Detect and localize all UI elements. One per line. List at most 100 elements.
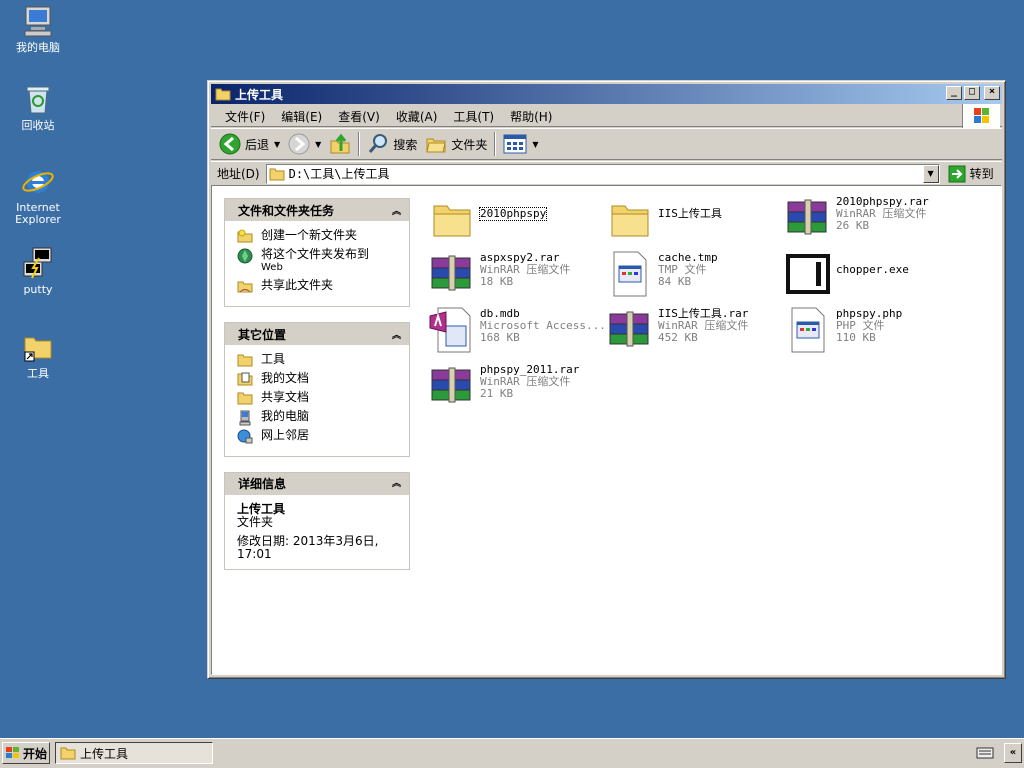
file-size: 84 KB bbox=[658, 275, 692, 288]
menu-tools[interactable]: 工具(T) bbox=[445, 108, 502, 125]
folder-icon bbox=[237, 353, 253, 367]
views-button[interactable]: ▼ bbox=[499, 130, 542, 158]
task-label: 创建一个新文件夹 bbox=[261, 228, 358, 242]
file-item[interactable]: db.mdb Microsoft Access... 168 KB bbox=[428, 306, 606, 358]
my-computer-icon bbox=[21, 4, 55, 38]
details-panel: 详细信息 ︽ 上传工具 文件夹 修改日期: 2013年3月6日, 17:01 bbox=[224, 472, 410, 570]
desktop-icon-label: Internet Explorer bbox=[15, 201, 61, 226]
menu-edit[interactable]: 编辑(E) bbox=[273, 108, 330, 125]
start-button[interactable]: 开始 bbox=[2, 742, 50, 764]
file-item[interactable]: aspxspy2.rar WinRAR 压缩文件 18 KB bbox=[428, 250, 604, 302]
my-documents-icon bbox=[237, 372, 253, 386]
forward-arrow-icon bbox=[288, 133, 310, 155]
minimize-button[interactable]: _ bbox=[946, 86, 962, 100]
file-item[interactable]: phpspy.php PHP 文件 110 KB bbox=[784, 306, 960, 358]
close-button[interactable]: × bbox=[984, 86, 1000, 100]
file-item[interactable]: IIS上传工具.rar WinRAR 压缩文件 452 KB bbox=[606, 306, 782, 358]
views-icon bbox=[503, 134, 527, 154]
forward-dropdown-icon[interactable]: ▼ bbox=[315, 140, 321, 149]
window-titlebar[interactable]: 上传工具 _ □ × bbox=[211, 84, 1002, 104]
tray-expand-button[interactable]: « bbox=[1004, 743, 1022, 763]
file-item[interactable]: cache.tmp TMP 文件 84 KB bbox=[606, 250, 782, 302]
desktop-icon-internet-explorer[interactable]: Internet Explorer bbox=[2, 164, 74, 226]
place-label: 网上邻居 bbox=[261, 428, 310, 442]
desktop-icon-label: putty bbox=[23, 283, 53, 296]
task-publish-web[interactable]: 将这个文件夹发布到 Web bbox=[237, 248, 399, 274]
file-item[interactable]: chopper.exe bbox=[784, 250, 960, 302]
start-label: 开始 bbox=[23, 746, 48, 761]
panel-header[interactable]: 文件和文件夹任务 ︽ bbox=[225, 199, 409, 221]
desktop-icon-tools-folder[interactable]: 工具 bbox=[2, 330, 74, 380]
panel-title: 其它位置 bbox=[238, 327, 287, 342]
explorer-window: 上传工具 _ □ × 文件(F) 编辑(E) 查看(V) 收藏(A) 工具(T)… bbox=[207, 80, 1006, 679]
forward-button[interactable]: ▼ bbox=[284, 130, 325, 158]
folder-icon bbox=[215, 87, 231, 101]
maximize-button[interactable]: □ bbox=[964, 86, 980, 100]
up-folder-button[interactable] bbox=[325, 130, 355, 158]
shared-documents-icon bbox=[237, 391, 253, 405]
file-item[interactable]: IIS上传工具 bbox=[606, 196, 782, 248]
desktop-icon-my-computer[interactable]: 我的电脑 bbox=[2, 4, 74, 54]
file-size: 168 KB bbox=[480, 331, 520, 344]
file-size: 18 KB bbox=[480, 275, 514, 288]
address-dropdown-button[interactable]: ▼ bbox=[922, 164, 939, 183]
taskbar: 开始 上传工具 « bbox=[0, 738, 1024, 768]
place-my-documents[interactable]: 我的文档 bbox=[237, 372, 399, 386]
search-label: 搜索 bbox=[393, 137, 418, 152]
panel-header[interactable]: 详细信息 ︽ bbox=[225, 473, 409, 495]
address-input[interactable]: D:\工具\上传工具 ▼ bbox=[265, 163, 940, 184]
back-label: 后退 bbox=[245, 137, 270, 152]
task-sublabel: Web bbox=[261, 262, 283, 273]
recycle-bin-icon bbox=[21, 82, 55, 116]
file-item[interactable]: 2010phpspy.rar WinRAR 压缩文件 26 KB bbox=[784, 194, 960, 246]
network-places-icon bbox=[237, 429, 253, 444]
menu-view[interactable]: 查看(V) bbox=[330, 108, 388, 125]
place-label: 工具 bbox=[261, 352, 286, 366]
exe-app-icon bbox=[784, 250, 832, 298]
menu-bar: 文件(F) 编辑(E) 查看(V) 收藏(A) 工具(T) 帮助(H) bbox=[211, 104, 1002, 128]
taskbar-window-label: 上传工具 bbox=[80, 746, 129, 761]
keyboard-icon[interactable] bbox=[976, 747, 994, 759]
search-button[interactable]: 搜索 bbox=[363, 130, 421, 158]
back-arrow-icon bbox=[219, 133, 241, 155]
file-item[interactable]: phpspy_2011.rar WinRAR 压缩文件 21 KB bbox=[428, 362, 604, 414]
place-network[interactable]: 网上邻居 bbox=[237, 428, 399, 444]
panel-header[interactable]: 其它位置 ︽ bbox=[225, 323, 409, 345]
go-arrow-icon bbox=[948, 165, 966, 182]
desktop-icon-recycle-bin[interactable]: 回收站 bbox=[2, 82, 74, 132]
folder-icon bbox=[606, 196, 654, 244]
file-size: 452 KB bbox=[658, 331, 698, 344]
panel-title: 详细信息 bbox=[238, 476, 287, 491]
menu-favorites[interactable]: 收藏(A) bbox=[388, 108, 446, 125]
file-item[interactable]: 2010phpspy bbox=[428, 196, 604, 248]
task-share-folder[interactable]: 共享此文件夹 bbox=[237, 279, 399, 293]
taskbar-window-button[interactable]: 上传工具 bbox=[55, 742, 213, 764]
file-size: 21 KB bbox=[480, 387, 514, 400]
place-tools[interactable]: 工具 bbox=[237, 353, 399, 367]
task-pane: 文件和文件夹任务 ︽ 创建一个新文件夹 将这个文件夹发布到 Web 共享此文件夹… bbox=[224, 198, 410, 585]
go-button[interactable]: 转到 bbox=[948, 165, 994, 183]
place-shared-documents[interactable]: 共享文档 bbox=[237, 391, 399, 405]
back-button[interactable]: 后退 ▼ bbox=[215, 130, 284, 158]
other-places-panel: 其它位置 ︽ 工具 我的文档 共享文档 我的电脑 网上邻居 bbox=[224, 322, 410, 457]
file-size: 26 KB bbox=[836, 219, 870, 232]
tmp-file-icon bbox=[606, 250, 654, 298]
collapse-icon[interactable]: ︽ bbox=[392, 204, 401, 217]
back-dropdown-icon[interactable]: ▼ bbox=[274, 140, 280, 149]
task-new-folder[interactable]: 创建一个新文件夹 bbox=[237, 229, 399, 243]
menu-help[interactable]: 帮助(H) bbox=[502, 108, 560, 125]
putty-icon bbox=[21, 246, 55, 280]
place-my-computer[interactable]: 我的电脑 bbox=[237, 410, 399, 426]
desktop-icon-putty[interactable]: putty bbox=[2, 246, 74, 296]
details-modified-time: 17:01 bbox=[237, 547, 272, 561]
collapse-icon[interactable]: ︽ bbox=[392, 328, 401, 341]
file-tasks-panel: 文件和文件夹任务 ︽ 创建一个新文件夹 将这个文件夹发布到 Web 共享此文件夹 bbox=[224, 198, 410, 307]
go-label: 转到 bbox=[969, 167, 994, 181]
task-label: 将这个文件夹发布到 bbox=[261, 247, 370, 261]
menu-file[interactable]: 文件(F) bbox=[217, 108, 273, 125]
folders-button[interactable]: 文件夹 bbox=[421, 130, 491, 158]
winrar-archive-icon bbox=[784, 194, 832, 242]
toolbar-separator bbox=[494, 132, 497, 156]
collapse-icon[interactable]: ︽ bbox=[392, 478, 401, 491]
views-dropdown-icon[interactable]: ▼ bbox=[532, 140, 538, 149]
